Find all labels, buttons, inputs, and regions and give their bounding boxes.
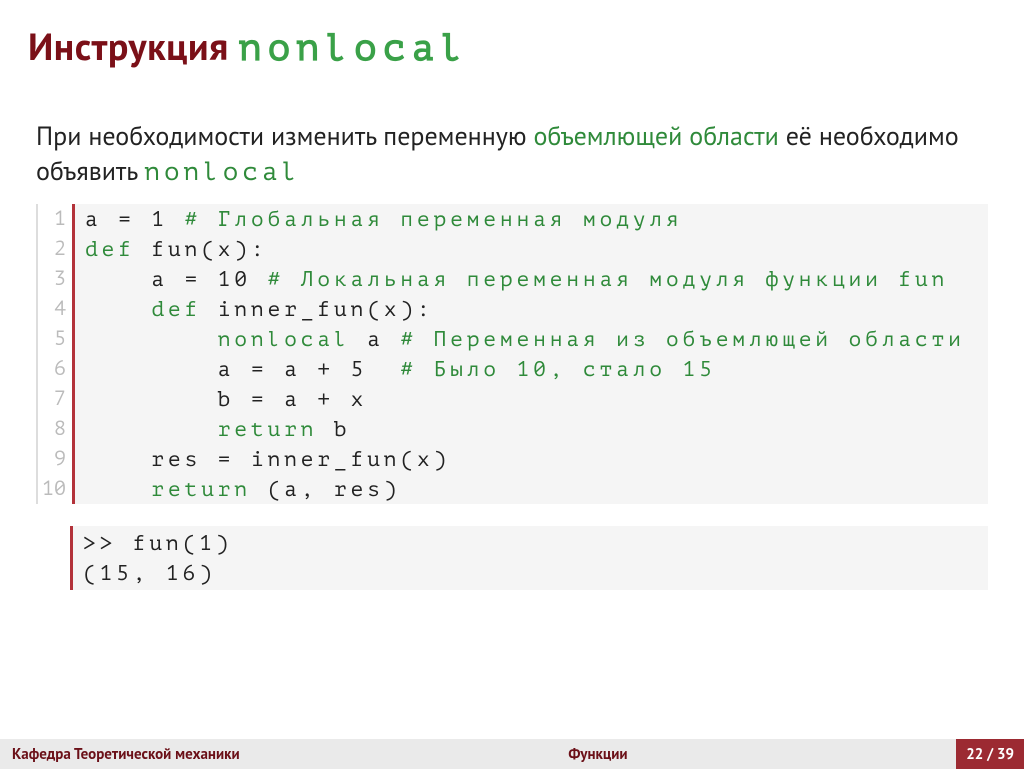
title-keyword: nonlocal <box>239 26 469 69</box>
code-row: 5 nonlocal a # Переменная из объемлющей … <box>38 324 988 354</box>
line-number: 8 <box>38 414 72 444</box>
code-row: 9 res = inner_fun(x) <box>38 444 988 474</box>
code-line: res = inner_fun(x) <box>75 444 988 474</box>
footer-page: 22 / 39 <box>956 739 1024 769</box>
code-row: 7 b = a + x <box>38 384 988 414</box>
intro-mono: nonlocal <box>144 158 301 187</box>
code-line: b = a + x <box>75 384 988 414</box>
spacer <box>36 526 70 590</box>
code-line: return b <box>75 414 988 444</box>
code-listing: 1a = 1 # Глобальная переменная модуля2de… <box>36 204 988 504</box>
slide-title: Инструкция nonlocal <box>0 0 1024 71</box>
code-line: a = 10 # Локальная переменная модуля фун… <box>75 264 988 294</box>
intro-green: объемлющей области <box>534 120 779 153</box>
line-number: 4 <box>38 294 72 324</box>
line-number: 6 <box>38 354 72 384</box>
line-number: 3 <box>38 264 72 294</box>
code-row: 6 a = a + 5 # Было 10, стало 15 <box>38 354 988 384</box>
code-line: return (a, res) <box>75 474 988 504</box>
line-number: 10 <box>38 474 72 504</box>
code-row: 3 a = 10 # Локальная переменная модуля ф… <box>38 264 988 294</box>
intro-text: При необходимости изменить переменную об… <box>0 71 1024 190</box>
code-line: def inner_fun(x): <box>75 294 988 324</box>
code-row: 1a = 1 # Глобальная переменная модуля <box>38 204 988 234</box>
code-row: 4 def inner_fun(x): <box>38 294 988 324</box>
slide: Инструкция nonlocal При необходимости из… <box>0 0 1024 769</box>
code-line: a = a + 5 # Было 10, стало 15 <box>75 354 988 384</box>
out-line2: (15, 16) <box>83 561 216 585</box>
code-row: 8 return b <box>38 414 988 444</box>
line-number: 7 <box>38 384 72 414</box>
footer-center: Функции <box>240 745 957 764</box>
title-prefix: Инструкция <box>28 22 239 71</box>
line-number: 9 <box>38 444 72 474</box>
line-number: 5 <box>38 324 72 354</box>
line-number: 1 <box>38 204 72 234</box>
footer: Кафедра Теоретической механики Функции 2… <box>0 739 1024 769</box>
line-number: 2 <box>38 234 72 264</box>
output-text: >> fun(1) (15, 16) <box>73 526 988 590</box>
code-line: a = 1 # Глобальная переменная модуля <box>75 204 988 234</box>
out-line1: >> fun(1) <box>83 531 232 555</box>
code-row: 2def fun(x): <box>38 234 988 264</box>
code-line: nonlocal a # Переменная из объемлющей об… <box>75 324 988 354</box>
footer-left: Кафедра Теоретической механики <box>0 745 240 764</box>
code-row: 10 return (a, res) <box>38 474 988 504</box>
output-block: >> fun(1) (15, 16) <box>36 526 988 590</box>
code-line: def fun(x): <box>75 234 988 264</box>
intro-part1: При необходимости изменить переменную <box>36 120 534 153</box>
